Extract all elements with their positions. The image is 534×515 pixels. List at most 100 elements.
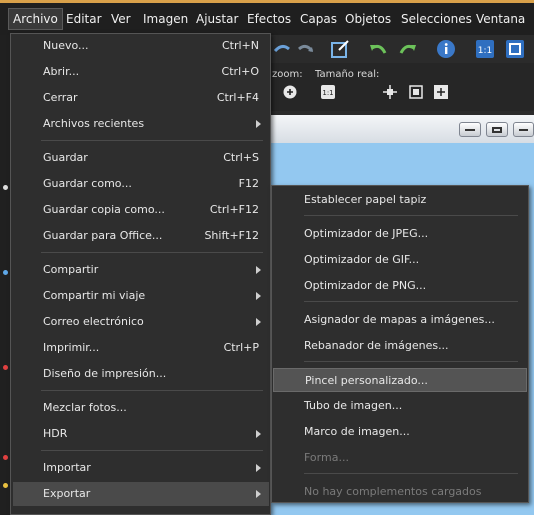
tool-strip [0, 35, 10, 515]
menu-item-importar[interactable]: Importar [13, 456, 269, 480]
submenu-item-optimizador-jpeg[interactable]: Optimizador de JPEG... [273, 222, 527, 246]
menu-item-label: Guardar como... [43, 177, 132, 190]
menu-item-label: Guardar copia como... [43, 203, 165, 216]
menu-imagen[interactable]: Imagen [143, 12, 188, 26]
shortcut-label: Ctrl+O [221, 65, 259, 78]
redo-icon[interactable] [398, 39, 418, 59]
tool-icon[interactable] [3, 483, 8, 488]
submenu-item-label: Marco de imagen... [304, 425, 410, 438]
info-icon[interactable] [436, 39, 456, 59]
tool-icon[interactable] [3, 455, 8, 460]
close-button[interactable] [513, 122, 534, 137]
submenu-arrow-icon [256, 266, 261, 274]
submenu-item-establecer-papel-tapiz[interactable]: Establecer papel tapiz [273, 188, 527, 212]
menu-item-hdr[interactable]: HDR [13, 422, 269, 446]
submenu-item-asignador-mapas[interactable]: Asignador de mapas a imágenes... [273, 308, 527, 332]
menu-item-label: Compartir mi viaje [43, 289, 146, 302]
menu-item-label: Compartir [43, 263, 99, 276]
submenu-item-label: Asignador de mapas a imágenes... [304, 313, 495, 326]
tool-icon[interactable] [3, 365, 8, 370]
menu-item-compartir-mi-viaje[interactable]: Compartir mi viaje [13, 284, 269, 308]
tool-icon[interactable] [3, 270, 8, 275]
menu-item-guardar[interactable]: Guardar Ctrl+S [13, 146, 269, 170]
menu-separator [304, 473, 518, 474]
actual-size-icon[interactable]: 1:1 [475, 39, 495, 59]
submenu-item-forma: Forma... [273, 446, 527, 470]
submenu-item-marco-de-imagen[interactable]: Marco de imagen... [273, 420, 527, 444]
shortcut-label: Ctrl+F4 [216, 91, 259, 104]
submenu-arrow-icon [256, 490, 261, 498]
menu-item-label: Cerrar [43, 91, 78, 104]
fit-icon[interactable] [409, 85, 423, 99]
maximize-button[interactable] [486, 122, 508, 137]
fit-window-icon[interactable] [505, 39, 525, 59]
menu-objetos[interactable]: Objetos [345, 12, 391, 26]
menu-item-exportar[interactable]: Exportar [13, 482, 269, 506]
submenu-item-rebanador[interactable]: Rebanador de imágenes... [273, 334, 527, 358]
menu-separator [304, 361, 518, 362]
menu-archivo[interactable]: Archivo [8, 8, 63, 30]
menu-item-guardar-copia-como[interactable]: Guardar copia como... Ctrl+F12 [13, 198, 269, 222]
minimize-button[interactable] [459, 122, 481, 137]
menu-item-label: Guardar para Office... [43, 229, 163, 242]
menu-item-abrir[interactable]: Abrir... Ctrl+O [13, 60, 269, 84]
submenu-arrow-icon [256, 430, 261, 438]
tool-options-bar: zoom: Tamaño real: 1:1 [270, 63, 534, 111]
menu-item-label: Archivos recientes [43, 117, 145, 130]
menu-ajustar[interactable]: Ajustar [196, 12, 238, 26]
expand-icon[interactable] [434, 85, 448, 99]
submenu-item-no-plugins: No hay complementos cargados [273, 480, 527, 504]
menu-item-label: Nuevo... [43, 39, 89, 52]
menu-selecciones[interactable]: Selecciones [401, 12, 472, 26]
submenu-item-tubo-de-imagen[interactable]: Tubo de imagen... [273, 394, 527, 418]
menu-editar[interactable]: Editar [66, 12, 102, 26]
shortcut-label: Ctrl+N [221, 39, 259, 52]
redo-gray-icon[interactable] [296, 39, 316, 59]
resize-icon[interactable] [330, 39, 350, 59]
submenu-item-optimizador-png[interactable]: Optimizador de PNG... [273, 274, 527, 298]
submenu-item-optimizador-gif[interactable]: Optimizador de GIF... [273, 248, 527, 272]
menu-ventana[interactable]: Ventana [476, 12, 525, 26]
menu-item-imprimir[interactable]: Imprimir... Ctrl+P [13, 336, 269, 360]
menu-item-diseno-de-impresion[interactable]: Diseño de impresión... [13, 362, 269, 386]
menu-efectos[interactable]: Efectos [247, 12, 291, 26]
tool-icon[interactable] [3, 185, 8, 190]
menu-separator [304, 301, 518, 302]
menu-ver[interactable]: Ver [111, 12, 131, 26]
submenu-item-pincel-personalizado[interactable]: Pincel personalizado... [273, 368, 527, 392]
undo-icon[interactable] [368, 39, 388, 59]
menu-bar: Archivo Editar Ver Imagen Ajustar Efecto… [0, 0, 534, 35]
rotate-icon[interactable] [272, 39, 292, 59]
menu-item-guardar-como[interactable]: Guardar como... F12 [13, 172, 269, 196]
menu-item-archivos-recientes[interactable]: Archivos recientes [13, 112, 269, 136]
submenu-arrow-icon [256, 292, 261, 300]
menu-item-cerrar[interactable]: Cerrar Ctrl+F4 [13, 86, 269, 110]
submenu-item-label: Optimizador de JPEG... [304, 227, 429, 240]
menu-item-label: Abrir... [43, 65, 80, 78]
zoom-in-icon[interactable] [283, 85, 297, 99]
menu-item-correo-electronico[interactable]: Correo electrónico [13, 310, 269, 334]
menu-item-guardar-para-office[interactable]: Guardar para Office... Shift+F12 [13, 224, 269, 248]
shortcut-label: Shift+F12 [204, 229, 259, 242]
menu-item-mezclar-fotos[interactable]: Mezclar fotos... [13, 396, 269, 420]
submenu-item-label: Forma... [304, 451, 349, 464]
real-size-label: Tamaño real: [315, 69, 380, 80]
menu-item-label: Guardar [43, 151, 88, 164]
image-window-titlebar[interactable] [270, 115, 534, 143]
submenu-item-label: Rebanador de imágenes... [304, 339, 449, 352]
standard-toolbar: 1:1 [270, 35, 534, 63]
svg-text:1:1: 1:1 [322, 89, 333, 97]
actual-size-small-icon[interactable]: 1:1 [321, 85, 335, 99]
shortcut-label: Ctrl+F12 [209, 203, 259, 216]
menu-capas[interactable]: Capas [300, 12, 337, 26]
shrink-icon[interactable] [383, 85, 397, 99]
menu-separator [41, 252, 263, 253]
submenu-item-label: Tubo de imagen... [304, 399, 403, 412]
menu-separator [304, 215, 518, 216]
menu-item-nuevo[interactable]: Nuevo... Ctrl+N [13, 34, 269, 58]
menu-item-compartir[interactable]: Compartir [13, 258, 269, 282]
menu-separator [41, 140, 263, 141]
shortcut-label: Ctrl+P [223, 341, 259, 354]
submenu-arrow-icon [256, 120, 261, 128]
zoom-label: zoom: [272, 69, 303, 80]
